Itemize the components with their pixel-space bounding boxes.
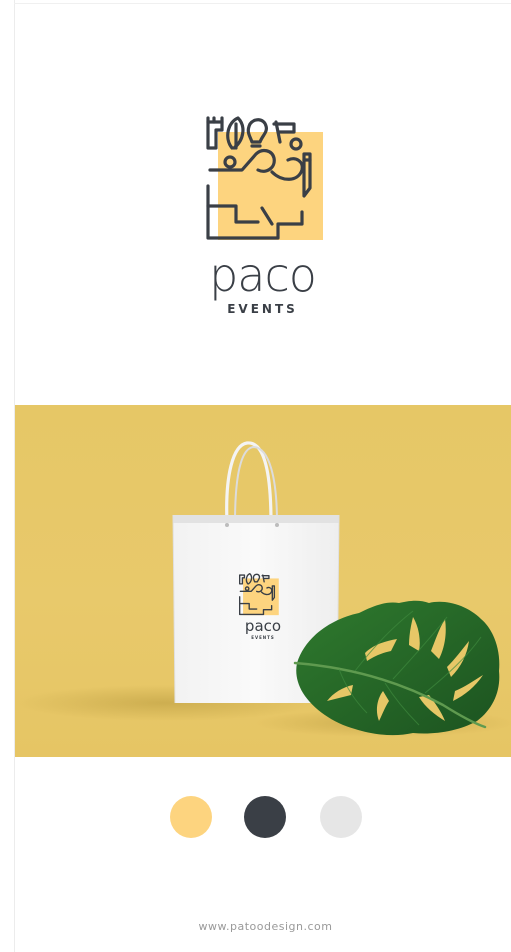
swatch-yellow	[170, 796, 212, 838]
logo-section: paco EVENTS	[14, 4, 511, 404]
bag-logo-tagline: EVENTS	[251, 635, 275, 640]
mockup-illustration	[15, 441, 511, 737]
shopping-bag-mockup-photo: paco EVENTS	[15, 405, 511, 757]
brand-tagline: EVENTS	[227, 302, 298, 316]
swatch-gray	[320, 796, 362, 838]
brand-wordmark: paco	[209, 248, 317, 302]
color-palette	[14, 796, 511, 840]
swatch-slate	[244, 796, 286, 838]
paco-logo-mark-icon	[206, 116, 323, 240]
brand-presentation-page: paco EVENTS paco EVENTS www.patoodesign.…	[0, 0, 511, 952]
footer-website-link[interactable]: www.patoodesign.com	[14, 920, 511, 933]
bag-logo-wordmark: paco	[244, 617, 282, 635]
